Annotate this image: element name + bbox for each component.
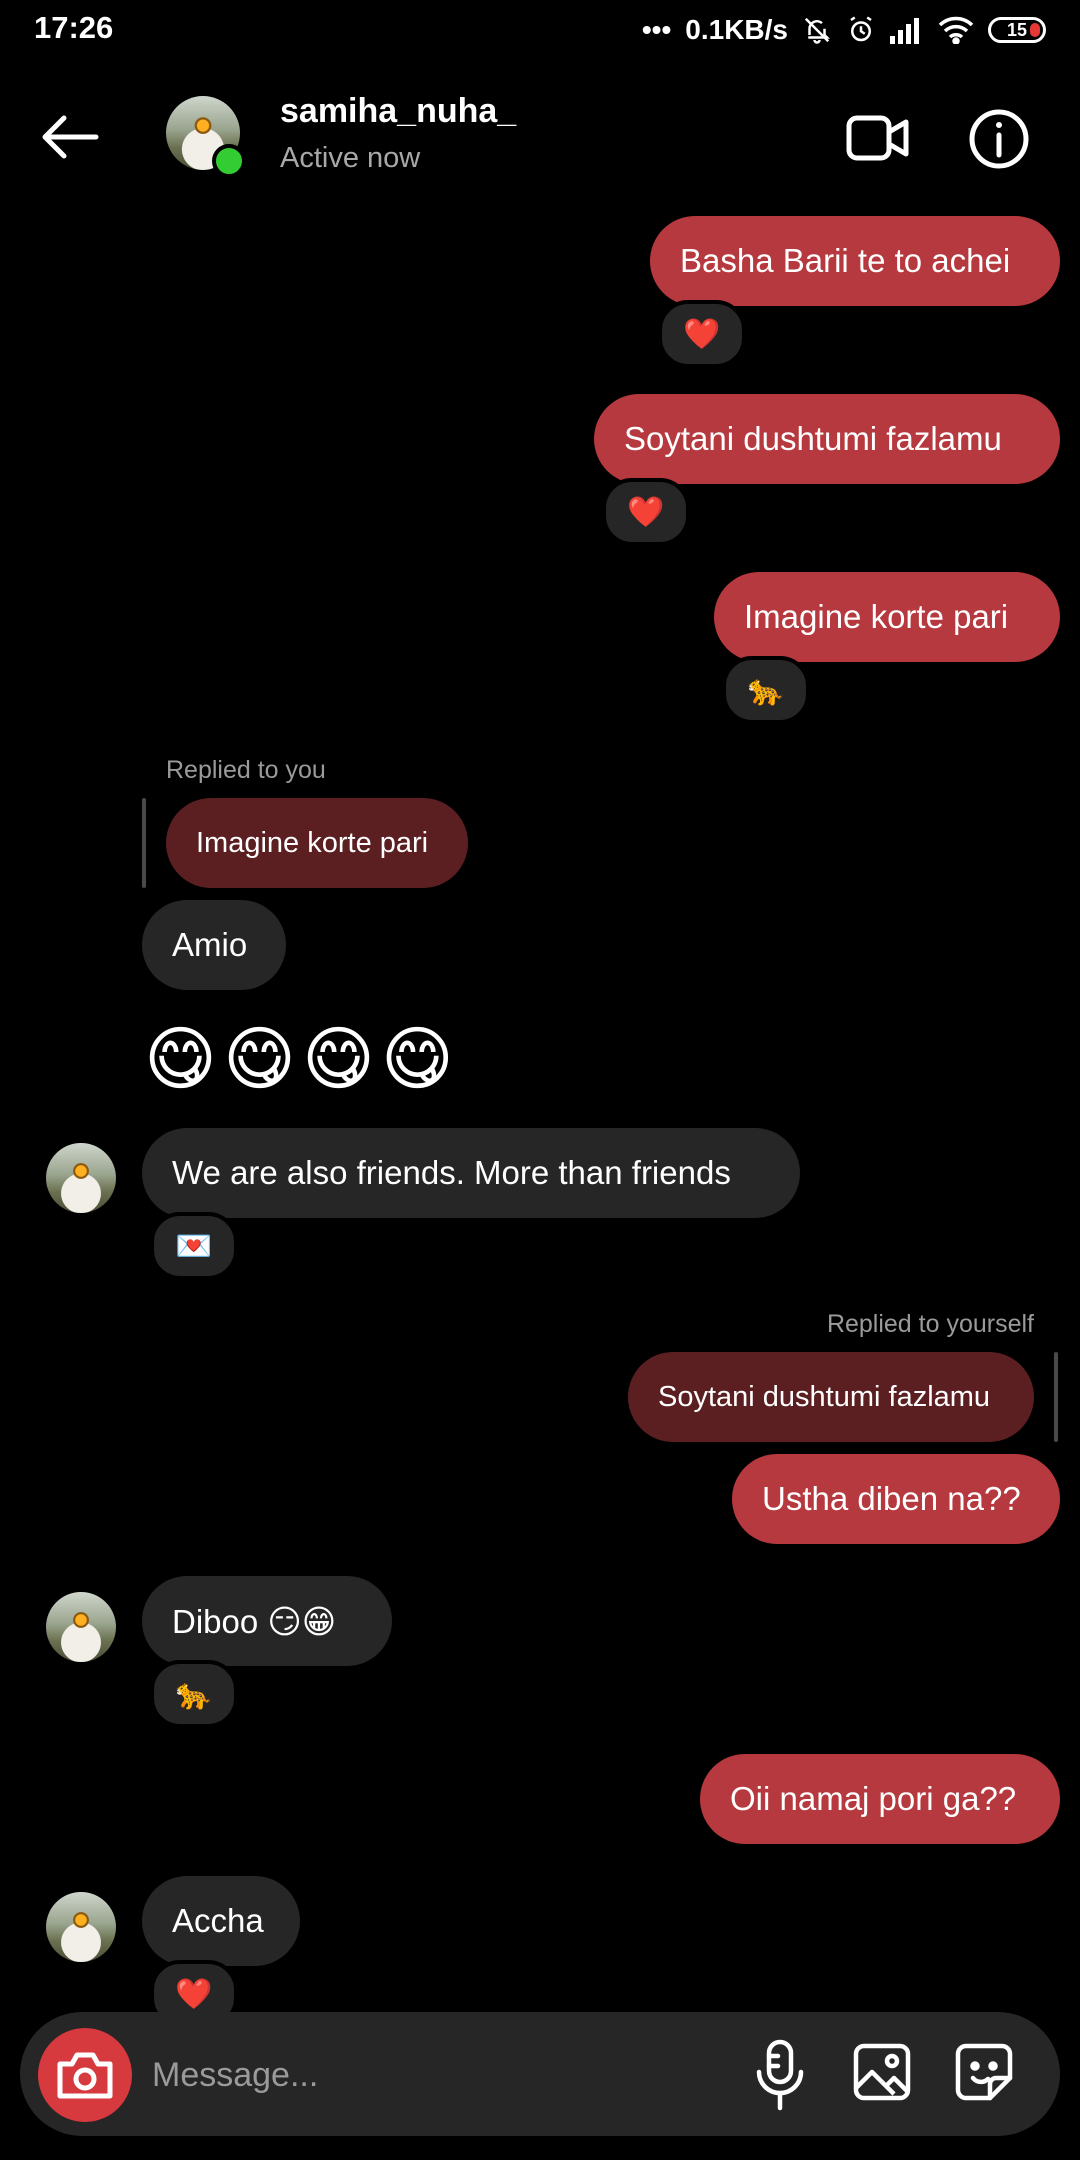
wifi-icon: [938, 16, 974, 44]
reaction-heart[interactable]: ❤️: [602, 478, 690, 546]
message-bubble-incoming[interactable]: Amio: [142, 900, 286, 990]
contact-username[interactable]: samiha_nuha_: [280, 92, 516, 131]
reaction-leopard[interactable]: 🐆: [150, 1660, 238, 1728]
status-icons: ••• 0.1KB/s 15: [642, 10, 1046, 50]
signal-icon: [890, 18, 919, 44]
camera-button[interactable]: [38, 2028, 132, 2122]
reaction-leopard[interactable]: 🐆: [722, 656, 810, 724]
emoji-message[interactable]: 😋😋😋😋: [144, 1018, 460, 1100]
replied-label: Replied to yourself: [826, 1310, 1034, 1338]
message-input[interactable]: [150, 2044, 714, 2106]
battery-icon: 15: [988, 17, 1046, 43]
info-button[interactable]: [968, 108, 1030, 170]
arrow-left-icon: [42, 115, 99, 159]
info-icon: [969, 109, 1029, 169]
microphone-button[interactable]: [752, 2038, 808, 2112]
sticker-button[interactable]: [954, 2042, 1014, 2102]
reply-indicator-bar: [1054, 1352, 1058, 1442]
message-bubble-incoming[interactable]: We are also friends. More than friends: [142, 1128, 800, 1218]
message-bubble-outgoing[interactable]: Soytani dushtumi fazlamu: [594, 394, 1060, 484]
message-bubble-outgoing[interactable]: Basha Barii te to achei: [650, 216, 1060, 306]
camera-icon: [57, 2052, 113, 2099]
quoted-message[interactable]: Imagine korte pari: [166, 798, 468, 888]
microphone-icon: [756, 2039, 804, 2111]
gallery-button[interactable]: [852, 2042, 912, 2102]
status-time: 17:26: [34, 10, 114, 45]
quoted-message[interactable]: Soytani dushtumi fazlamu: [628, 1352, 1034, 1442]
video-camera-icon: [846, 115, 909, 161]
message-bubble-outgoing[interactable]: Ustha diben na??: [732, 1454, 1060, 1544]
image-icon: [853, 2043, 911, 2101]
avatar[interactable]: [46, 1143, 116, 1213]
more-dots-icon: •••: [641, 14, 672, 45]
message-bubble-incoming[interactable]: Diboo 😏😁: [142, 1576, 392, 1666]
alarm-icon: [850, 16, 872, 42]
contact-status: Active now: [280, 142, 421, 174]
avatar[interactable]: [46, 1592, 116, 1662]
sticker-icon: [955, 2043, 1013, 2101]
online-indicator: [212, 144, 246, 178]
video-call-button[interactable]: [846, 108, 910, 168]
message-bubble-outgoing[interactable]: Imagine korte pari: [714, 572, 1060, 662]
replied-label: Replied to you: [166, 756, 326, 784]
network-speed: 0.1KB/s: [685, 14, 788, 45]
message-bubble-outgoing[interactable]: Oii namaj pori ga??: [700, 1754, 1060, 1844]
reaction-heart[interactable]: ❤️: [658, 300, 746, 368]
reply-indicator-bar: [142, 798, 146, 888]
message-bubble-incoming[interactable]: Accha: [142, 1876, 300, 1966]
reaction-love-letter[interactable]: 💌: [150, 1212, 238, 1280]
back-button[interactable]: [36, 102, 106, 172]
mute-bell-icon: [804, 17, 831, 44]
avatar[interactable]: [46, 1892, 116, 1962]
